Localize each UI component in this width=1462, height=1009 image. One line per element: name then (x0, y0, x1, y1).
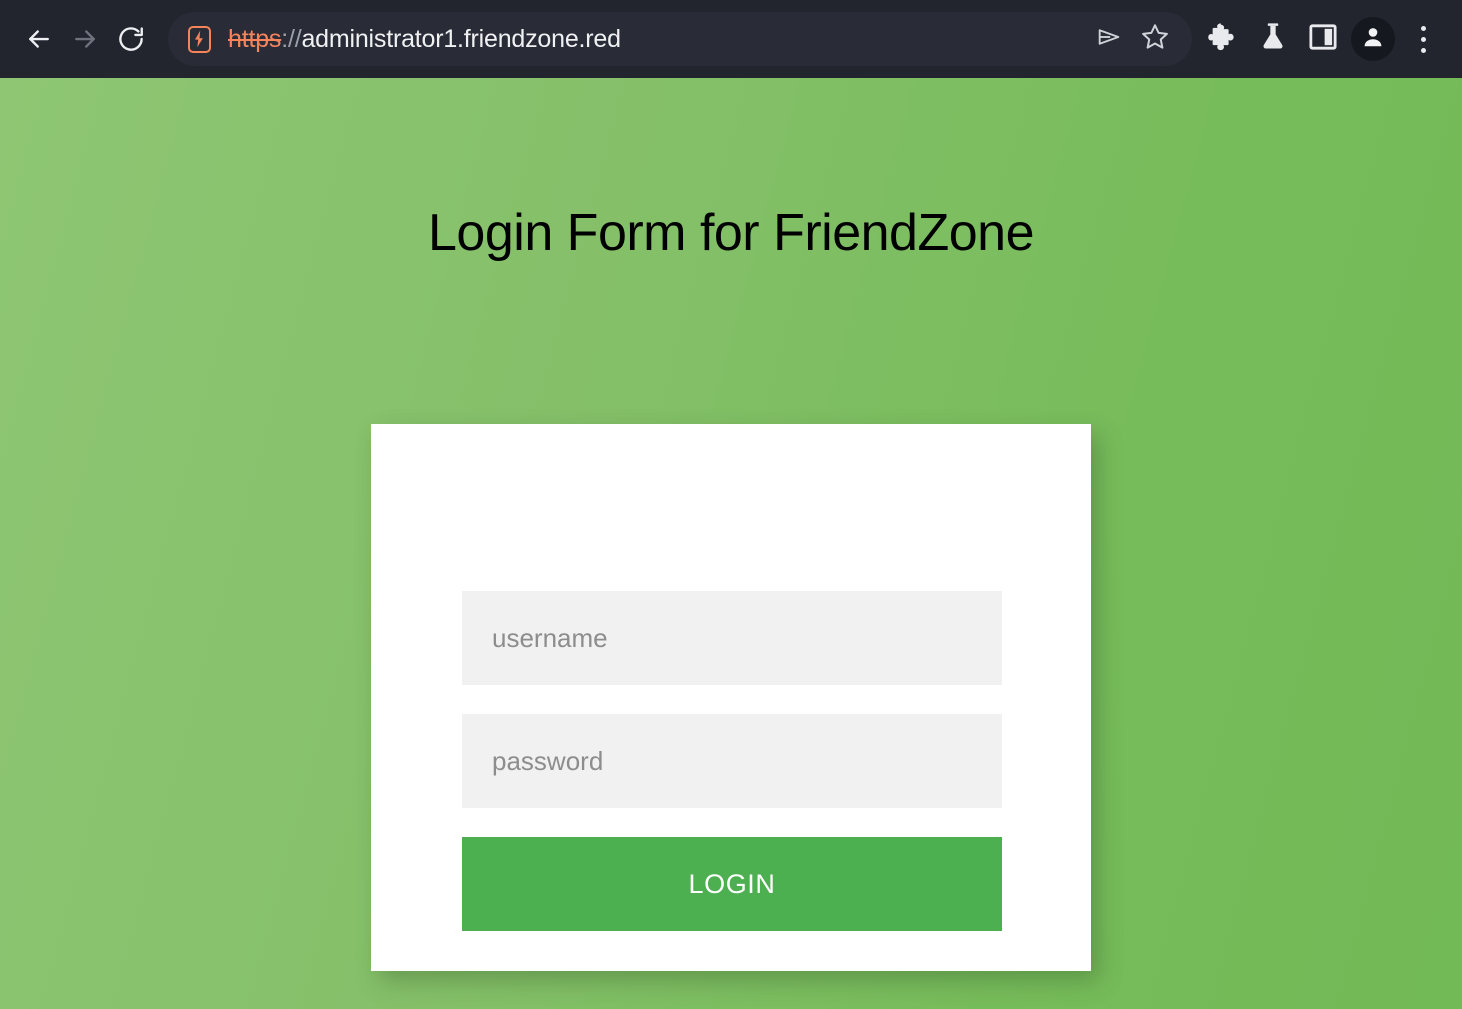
login-form: LOGIN (462, 591, 1002, 931)
login-submit-button[interactable]: LOGIN (462, 837, 1002, 931)
menu-button[interactable] (1398, 14, 1448, 64)
puzzle-piece-icon (1208, 22, 1238, 57)
not-secure-lightning-icon[interactable] (184, 24, 214, 54)
forward-button[interactable] (62, 16, 108, 62)
page-title: Login Form for FriendZone (428, 204, 1035, 262)
share-send-icon (1095, 23, 1123, 56)
arrow-right-icon (70, 24, 100, 54)
url-scheme: https (228, 24, 282, 53)
url-separator: :// (281, 24, 302, 53)
field-spacer (462, 685, 1002, 714)
kebab-menu-icon (1420, 23, 1426, 56)
username-input[interactable] (462, 591, 1002, 685)
url-host: administrator1.friendzone.red (301, 24, 621, 53)
profile-avatar-icon (1361, 25, 1385, 54)
bookmark-button[interactable] (1132, 16, 1178, 62)
flask-icon (1259, 22, 1287, 57)
labs-button[interactable] (1248, 14, 1298, 64)
page-content: Login Form for FriendZone LOGIN (0, 78, 1462, 1009)
star-icon (1140, 22, 1170, 57)
back-button[interactable] (16, 16, 62, 62)
reload-icon (116, 24, 146, 54)
browser-toolbar: https://administrator1.friendzone.red (0, 0, 1462, 78)
address-bar[interactable]: https://administrator1.friendzone.red (168, 12, 1192, 66)
extensions-button[interactable] (1198, 14, 1248, 64)
reload-button[interactable] (108, 16, 154, 62)
profile-button[interactable] (1348, 14, 1398, 64)
side-panel-icon (1309, 23, 1337, 56)
side-panel-button[interactable] (1298, 14, 1348, 64)
login-card: LOGIN (371, 424, 1091, 971)
avatar (1351, 17, 1395, 61)
arrow-left-icon (24, 24, 54, 54)
password-input[interactable] (462, 714, 1002, 808)
url-text: https://administrator1.friendzone.red (228, 25, 1086, 54)
share-button[interactable] (1086, 16, 1132, 62)
